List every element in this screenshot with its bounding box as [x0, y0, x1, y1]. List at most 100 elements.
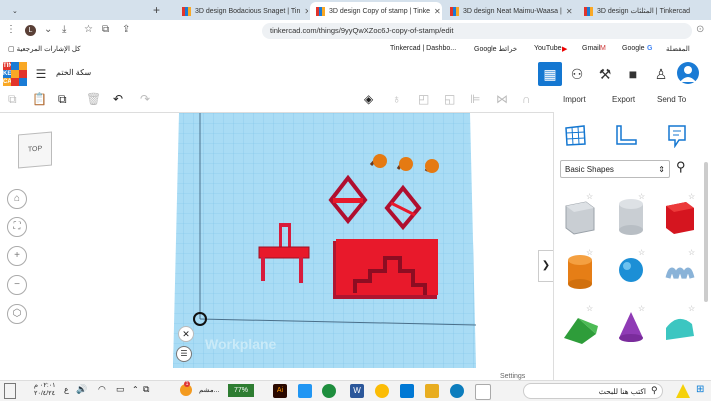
search-icon[interactable]: ⚲ — [676, 159, 686, 175]
bookmark-gmail[interactable]: Gmail — [582, 45, 600, 52]
bookmark-tinkercad[interactable]: Tinkercad | Dashbo... — [390, 45, 456, 52]
redo-icon[interactable]: ↷ — [140, 92, 150, 106]
zoom-in-icon[interactable]: + — [7, 246, 27, 266]
star-icon[interactable]: ☆ — [586, 248, 593, 257]
taskbar-search-input[interactable]: اكتب هنا للبحث — [523, 383, 663, 399]
battery-status[interactable]: 77% — [228, 384, 254, 397]
bookmark-favorites[interactable]: المفضلة — [666, 45, 690, 53]
word-icon[interactable]: W — [350, 384, 364, 398]
cruise-icon[interactable]: ∩ — [522, 92, 531, 106]
task-view-icon[interactable] — [475, 384, 491, 400]
briefcase-icon[interactable]: ■ — [622, 64, 644, 84]
tab-1[interactable]: 3D design Copy of stamp | Tinke ✕ — [310, 2, 442, 20]
bookmark-google-maps[interactable]: Google خرائط — [474, 45, 517, 53]
group-icon[interactable]: ◰ — [418, 92, 429, 106]
notes-icon[interactable]: ◈ — [364, 92, 373, 106]
tab-0[interactable]: 3D design Bodacious Snaget | Tin ✕ — [176, 2, 308, 20]
import-button[interactable]: Import — [563, 95, 586, 104]
language-indicator[interactable]: ع — [64, 385, 69, 394]
ungroup-icon[interactable]: ◱ — [444, 92, 455, 106]
workplane[interactable]: Workplane — [173, 113, 476, 368]
close-icon[interactable]: ✕ — [304, 7, 308, 16]
chevron-up-icon[interactable]: ⌃ — [132, 385, 139, 394]
windows-start-icon[interactable]: ⊞ — [696, 384, 704, 395]
close-icon[interactable]: ✕ — [178, 326, 194, 342]
add-user-icon[interactable]: ♙ — [650, 64, 672, 84]
star-icon[interactable]: ☆ — [586, 304, 593, 313]
export-button[interactable]: Export — [612, 95, 635, 104]
warning-icon[interactable] — [676, 384, 690, 398]
panel-scrollbar[interactable] — [704, 162, 708, 302]
copy-icon[interactable]: ⧉ — [8, 92, 17, 107]
home-view-icon[interactable]: ⌂ — [7, 189, 27, 209]
duplicate-icon[interactable]: ⧉ — [58, 92, 67, 107]
undo-icon[interactable]: ↶ — [113, 92, 123, 106]
wifi-icon[interactable]: ◠ — [98, 384, 106, 395]
share-icon[interactable]: ⇪ — [122, 24, 130, 35]
cylinder-shape[interactable] — [558, 248, 602, 292]
chevron-down-icon[interactable]: ⌄ — [44, 24, 52, 35]
tab-search-button[interactable]: ⌄ — [6, 2, 20, 20]
settings-link[interactable]: Settings — [500, 373, 525, 380]
star-icon[interactable]: ☆ — [688, 192, 695, 201]
workspace-canvas[interactable]: TOP ⌂ ⛶ + − ⬡ Workplane ✕ ☰ Settings ❯ — [0, 113, 553, 380]
pin-shape[interactable] — [424, 159, 439, 173]
star-icon[interactable]: ☆ — [586, 192, 593, 201]
clock[interactable]: ٠٢:٠١ م ٢٠/٤/٢٤ — [34, 382, 56, 398]
all-bookmarks[interactable]: ▢ كل الإشارات المرجعية — [8, 45, 81, 53]
box-shape[interactable] — [658, 192, 702, 236]
delete-icon[interactable]: 🗑 — [86, 92, 101, 106]
stamp-block-shape[interactable] — [333, 239, 438, 299]
scribble-shape[interactable] — [658, 248, 702, 292]
url-field[interactable]: tinkercad.com/things/9yyQwXZoc6J-copy-of… — [262, 23, 692, 39]
close-icon[interactable]: ✕ — [434, 7, 441, 16]
workplane-grid-icon[interactable] — [564, 124, 586, 146]
mail-icon[interactable] — [400, 384, 414, 398]
view-cube[interactable]: TOP — [18, 131, 52, 169]
star-icon[interactable]: ☆ — [638, 304, 645, 313]
sphere-shape[interactable] — [609, 248, 653, 292]
list-icon[interactable]: ☰ — [30, 64, 52, 84]
roof-shape[interactable] — [558, 304, 602, 348]
volume-icon[interactable]: 🔊 — [76, 384, 87, 395]
gallery-icon[interactable]: ⚇ — [566, 64, 588, 84]
close-icon[interactable]: ✕ — [566, 7, 573, 16]
grid-view-icon[interactable]: ▦ — [538, 62, 562, 86]
bookmark-google[interactable]: Google — [622, 45, 645, 52]
box-hole-shape[interactable] — [558, 192, 602, 236]
extension-icon[interactable]: ⧉ — [102, 24, 109, 35]
round-roof-shape[interactable] — [658, 304, 702, 348]
edge-icon[interactable] — [450, 384, 464, 398]
tinkercad-logo[interactable]: TIN KER CAD — [3, 62, 27, 86]
avatar[interactable] — [677, 62, 699, 84]
star-icon[interactable]: ☆ — [688, 248, 695, 257]
paste-icon[interactable]: 📋 — [32, 92, 47, 106]
align-icon[interactable]: ⊫ — [470, 92, 480, 106]
star-icon[interactable]: ☆ — [688, 304, 695, 313]
star-icon[interactable]: ☆ — [638, 192, 645, 201]
tools-icon[interactable]: ⚒ — [594, 64, 616, 84]
app-icon[interactable] — [322, 384, 336, 398]
battery-icon[interactable]: ▭ — [116, 384, 125, 395]
tab-3[interactable]: 3D design المثلثات | Tinkercad — [578, 2, 706, 20]
bookmark-youtube[interactable]: YouTube — [534, 45, 562, 52]
folder-icon[interactable] — [425, 384, 439, 398]
news-icon[interactable]: ⧉ — [143, 384, 149, 395]
bulb-icon[interactable]: ♁ — [392, 92, 401, 106]
perspective-icon[interactable]: ⬡ — [7, 304, 27, 324]
ruler-icon[interactable] — [614, 124, 638, 146]
star-icon[interactable]: ☆ — [638, 248, 645, 257]
menu-icon[interactable]: ☰ — [176, 346, 192, 362]
new-tab-button[interactable]: + — [153, 3, 160, 17]
illustrator-icon[interactable]: Ai — [273, 384, 287, 398]
send-to-button[interactable]: Send To — [657, 95, 686, 104]
star-icon[interactable]: ☆ — [84, 24, 93, 35]
app-icon[interactable] — [298, 384, 312, 398]
cone-shape[interactable] — [609, 304, 653, 348]
tab-2[interactable]: 3D design Neat Maimu-Waasa | ✕ — [444, 2, 576, 20]
notification-icon[interactable] — [4, 383, 16, 399]
download-icon[interactable]: ⤓ — [62, 24, 66, 35]
fit-view-icon[interactable]: ⛶ — [7, 217, 27, 237]
chrome-icon[interactable] — [375, 384, 389, 398]
collapse-panel-button[interactable]: ❯ — [538, 250, 553, 282]
